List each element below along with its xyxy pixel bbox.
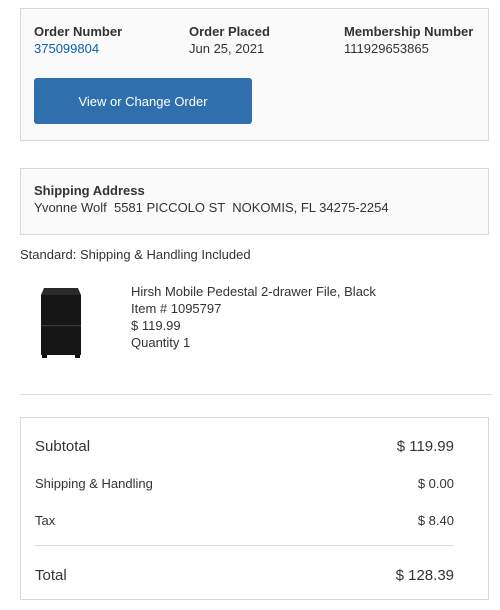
product-price: $ 119.99 [131, 318, 181, 333]
product-quantity: Quantity 1 [131, 335, 191, 350]
subtotal-row: Subtotal $ 119.99 [35, 438, 454, 455]
shipping-address-title: Shipping Address [34, 183, 145, 198]
product-info: Hirsh Mobile Pedestal 2-drawer File, Bla… [131, 283, 376, 351]
order-summary-card: Subtotal $ 119.99 Shipping & Handling $ … [20, 417, 489, 600]
shipping-address-text: Yvonne Wolf 5581 PICCOLO ST NOKOMIS, FL … [34, 200, 389, 215]
total-row: Total $ 128.39 [35, 567, 454, 584]
section-divider [20, 394, 492, 395]
order-number-label: Order Number [34, 24, 123, 39]
view-or-change-order-button[interactable]: View or Change Order [34, 78, 252, 124]
subtotal-label: Subtotal [35, 438, 91, 455]
order-placed-label: Order Placed [189, 24, 270, 39]
order-placed-block: Order Placed Jun 25, 2021 [189, 24, 270, 57]
tax-label: Tax [35, 513, 56, 528]
product-item-number: Item # 1095797 [131, 301, 222, 316]
tax-value: $ 8.40 [417, 513, 454, 528]
total-value: $ 128.39 [395, 567, 454, 584]
shipping-handling-label: Shipping & Handling [35, 476, 153, 491]
membership-block: Membership Number 111929653865 [344, 24, 473, 57]
subtotal-value: $ 119.99 [396, 438, 454, 455]
shipping-address-card: Shipping Address Yvonne Wolf 5581 PICCOL… [20, 168, 489, 235]
membership-number-value: 111929653865 [344, 41, 429, 56]
membership-number-label: Membership Number [344, 24, 474, 39]
total-label: Total [35, 567, 67, 584]
order-info-card: Order Number 375099804 Order Placed Jun … [20, 8, 489, 141]
order-number-block: Order Number 375099804 [34, 24, 122, 57]
order-placed-date: Jun 25, 2021 [189, 41, 265, 56]
summary-divider [35, 545, 454, 546]
file-cabinet-image[interactable] [40, 285, 82, 358]
product-name[interactable]: Hirsh Mobile Pedestal 2-drawer File, Bla… [131, 283, 376, 300]
order-details-page: Order Number 375099804 Order Placed Jun … [0, 0, 500, 610]
tax-row: Tax $ 8.40 [35, 513, 454, 528]
shipping-handling-row: Shipping & Handling $ 0.00 [35, 476, 454, 491]
order-number-link[interactable]: 375099804 [34, 41, 122, 57]
shipping-handling-value: $ 0.00 [417, 476, 454, 491]
shipping-method: Standard: Shipping & Handling Included [20, 247, 251, 262]
